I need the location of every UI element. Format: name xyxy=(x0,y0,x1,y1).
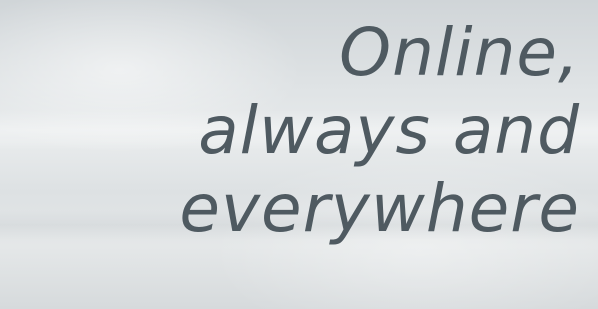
hero-banner: Online, always and everywhere xyxy=(0,0,598,309)
headline-line-3: everywhere xyxy=(179,170,580,247)
hero-headline: Online, always and everywhere xyxy=(179,14,580,248)
headline-line-1: Online, xyxy=(339,14,580,91)
headline-line-2: always and xyxy=(198,92,580,169)
